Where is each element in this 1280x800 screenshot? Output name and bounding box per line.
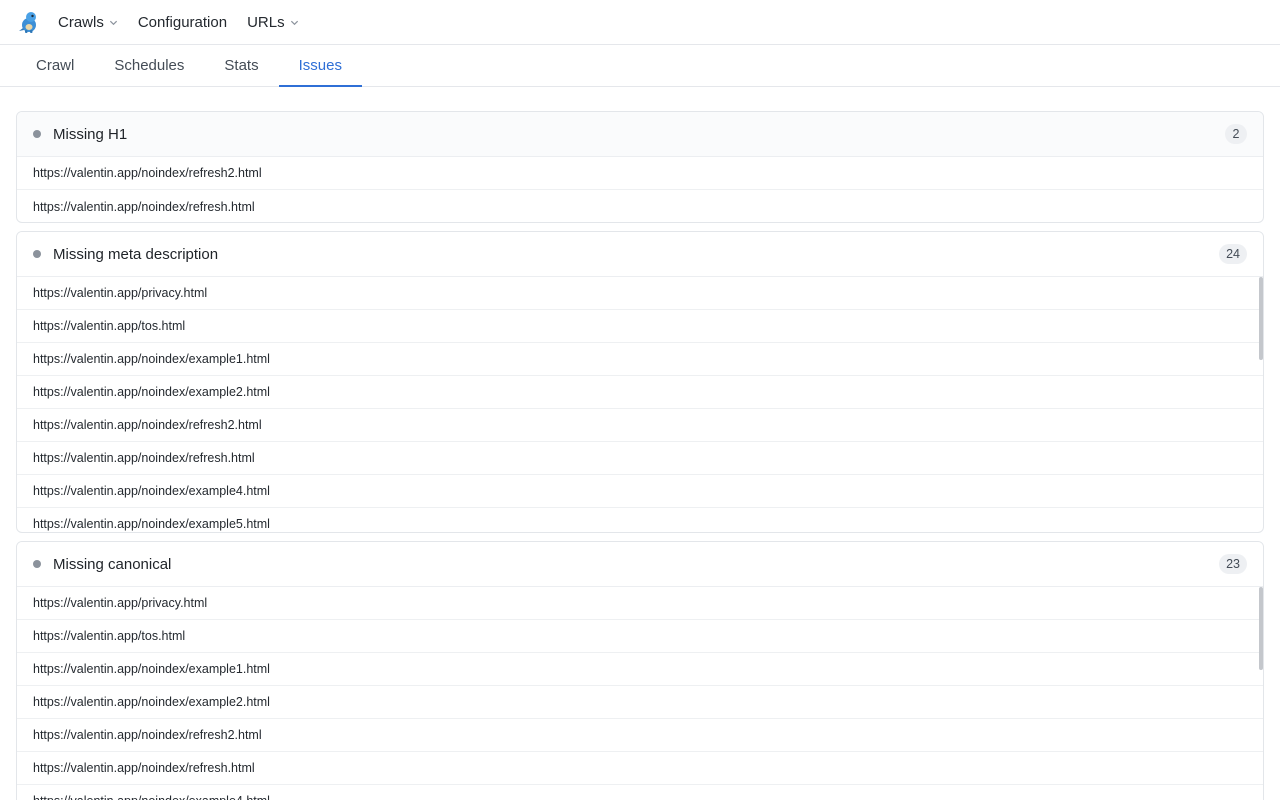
issue-title: Missing canonical bbox=[53, 555, 172, 573]
url-row[interactable]: https://valentin.app/noindex/refresh2.ht… bbox=[17, 409, 1263, 442]
url-row[interactable]: https://valentin.app/noindex/example5.ht… bbox=[17, 508, 1263, 532]
issue-group-header[interactable]: Missing meta description 24 bbox=[17, 232, 1263, 277]
nav-crawls-label: Crawls bbox=[58, 13, 104, 31]
url-row[interactable]: https://valentin.app/noindex/example4.ht… bbox=[17, 785, 1263, 800]
tab-crawl[interactable]: Crawl bbox=[16, 45, 94, 86]
url-row[interactable]: https://valentin.app/tos.html bbox=[17, 310, 1263, 343]
url-row[interactable]: https://valentin.app/noindex/refresh2.ht… bbox=[17, 719, 1263, 752]
issue-title: Missing meta description bbox=[53, 245, 219, 263]
status-dot-icon bbox=[33, 250, 41, 258]
top-navigation-bar: Crawls Configuration URLs bbox=[0, 0, 1280, 45]
issues-list: Missing H1 2 https://valentin.app/noinde… bbox=[0, 87, 1280, 800]
url-row[interactable]: https://valentin.app/noindex/example2.ht… bbox=[17, 686, 1263, 719]
tab-issues[interactable]: Issues bbox=[278, 45, 363, 87]
dinosaur-logo-icon[interactable] bbox=[16, 10, 40, 34]
issue-group-missing-h1: Missing H1 2 https://valentin.app/noinde… bbox=[16, 111, 1264, 223]
url-row[interactable]: https://valentin.app/noindex/refresh.htm… bbox=[17, 190, 1263, 222]
nav-configuration-label: Configuration bbox=[137, 13, 228, 31]
scrollbar-thumb[interactable] bbox=[1259, 587, 1263, 670]
url-row[interactable]: https://valentin.app/privacy.html bbox=[17, 277, 1263, 310]
issue-url-list: https://valentin.app/privacy.html https:… bbox=[17, 587, 1263, 800]
url-row[interactable]: https://valentin.app/noindex/example2.ht… bbox=[17, 376, 1263, 409]
tab-stats[interactable]: Stats bbox=[204, 45, 278, 86]
chevron-down-icon bbox=[109, 18, 118, 27]
issue-group-missing-canonical: Missing canonical 23 https://valentin.ap… bbox=[16, 541, 1264, 800]
url-row[interactable]: https://valentin.app/privacy.html bbox=[17, 587, 1263, 620]
issue-url-list: https://valentin.app/privacy.html https:… bbox=[17, 277, 1263, 532]
chevron-down-icon bbox=[290, 18, 299, 27]
tab-schedules[interactable]: Schedules bbox=[94, 45, 204, 86]
issue-title: Missing H1 bbox=[53, 125, 128, 143]
issue-group-missing-meta-description: Missing meta description 24 https://vale… bbox=[16, 231, 1264, 533]
issue-count-badge: 23 bbox=[1219, 554, 1247, 574]
issue-url-list: https://valentin.app/noindex/refresh2.ht… bbox=[17, 157, 1263, 222]
url-row[interactable]: https://valentin.app/noindex/example4.ht… bbox=[17, 475, 1263, 508]
issue-count-badge: 24 bbox=[1219, 244, 1247, 264]
tab-bar: Crawl Schedules Stats Issues bbox=[0, 45, 1280, 87]
nav-crawls-menu[interactable]: Crawls bbox=[58, 14, 118, 31]
url-row[interactable]: https://valentin.app/noindex/example1.ht… bbox=[17, 343, 1263, 376]
scrollbar-thumb[interactable] bbox=[1259, 277, 1263, 360]
url-row[interactable]: https://valentin.app/noindex/refresh.htm… bbox=[17, 752, 1263, 785]
url-row[interactable]: https://valentin.app/noindex/example1.ht… bbox=[17, 653, 1263, 686]
nav-configuration-link[interactable]: Configuration bbox=[138, 14, 227, 31]
issue-group-header[interactable]: Missing H1 2 bbox=[17, 112, 1263, 157]
url-row[interactable]: https://valentin.app/noindex/refresh2.ht… bbox=[17, 157, 1263, 190]
url-row[interactable]: https://valentin.app/noindex/refresh.htm… bbox=[17, 442, 1263, 475]
status-dot-icon bbox=[33, 130, 41, 138]
issue-count-badge: 2 bbox=[1225, 124, 1247, 144]
nav-urls-label: URLs bbox=[247, 13, 285, 31]
nav-urls-menu[interactable]: URLs bbox=[247, 14, 299, 31]
url-row[interactable]: https://valentin.app/tos.html bbox=[17, 620, 1263, 653]
status-dot-icon bbox=[33, 560, 41, 568]
issue-group-header[interactable]: Missing canonical 23 bbox=[17, 542, 1263, 587]
